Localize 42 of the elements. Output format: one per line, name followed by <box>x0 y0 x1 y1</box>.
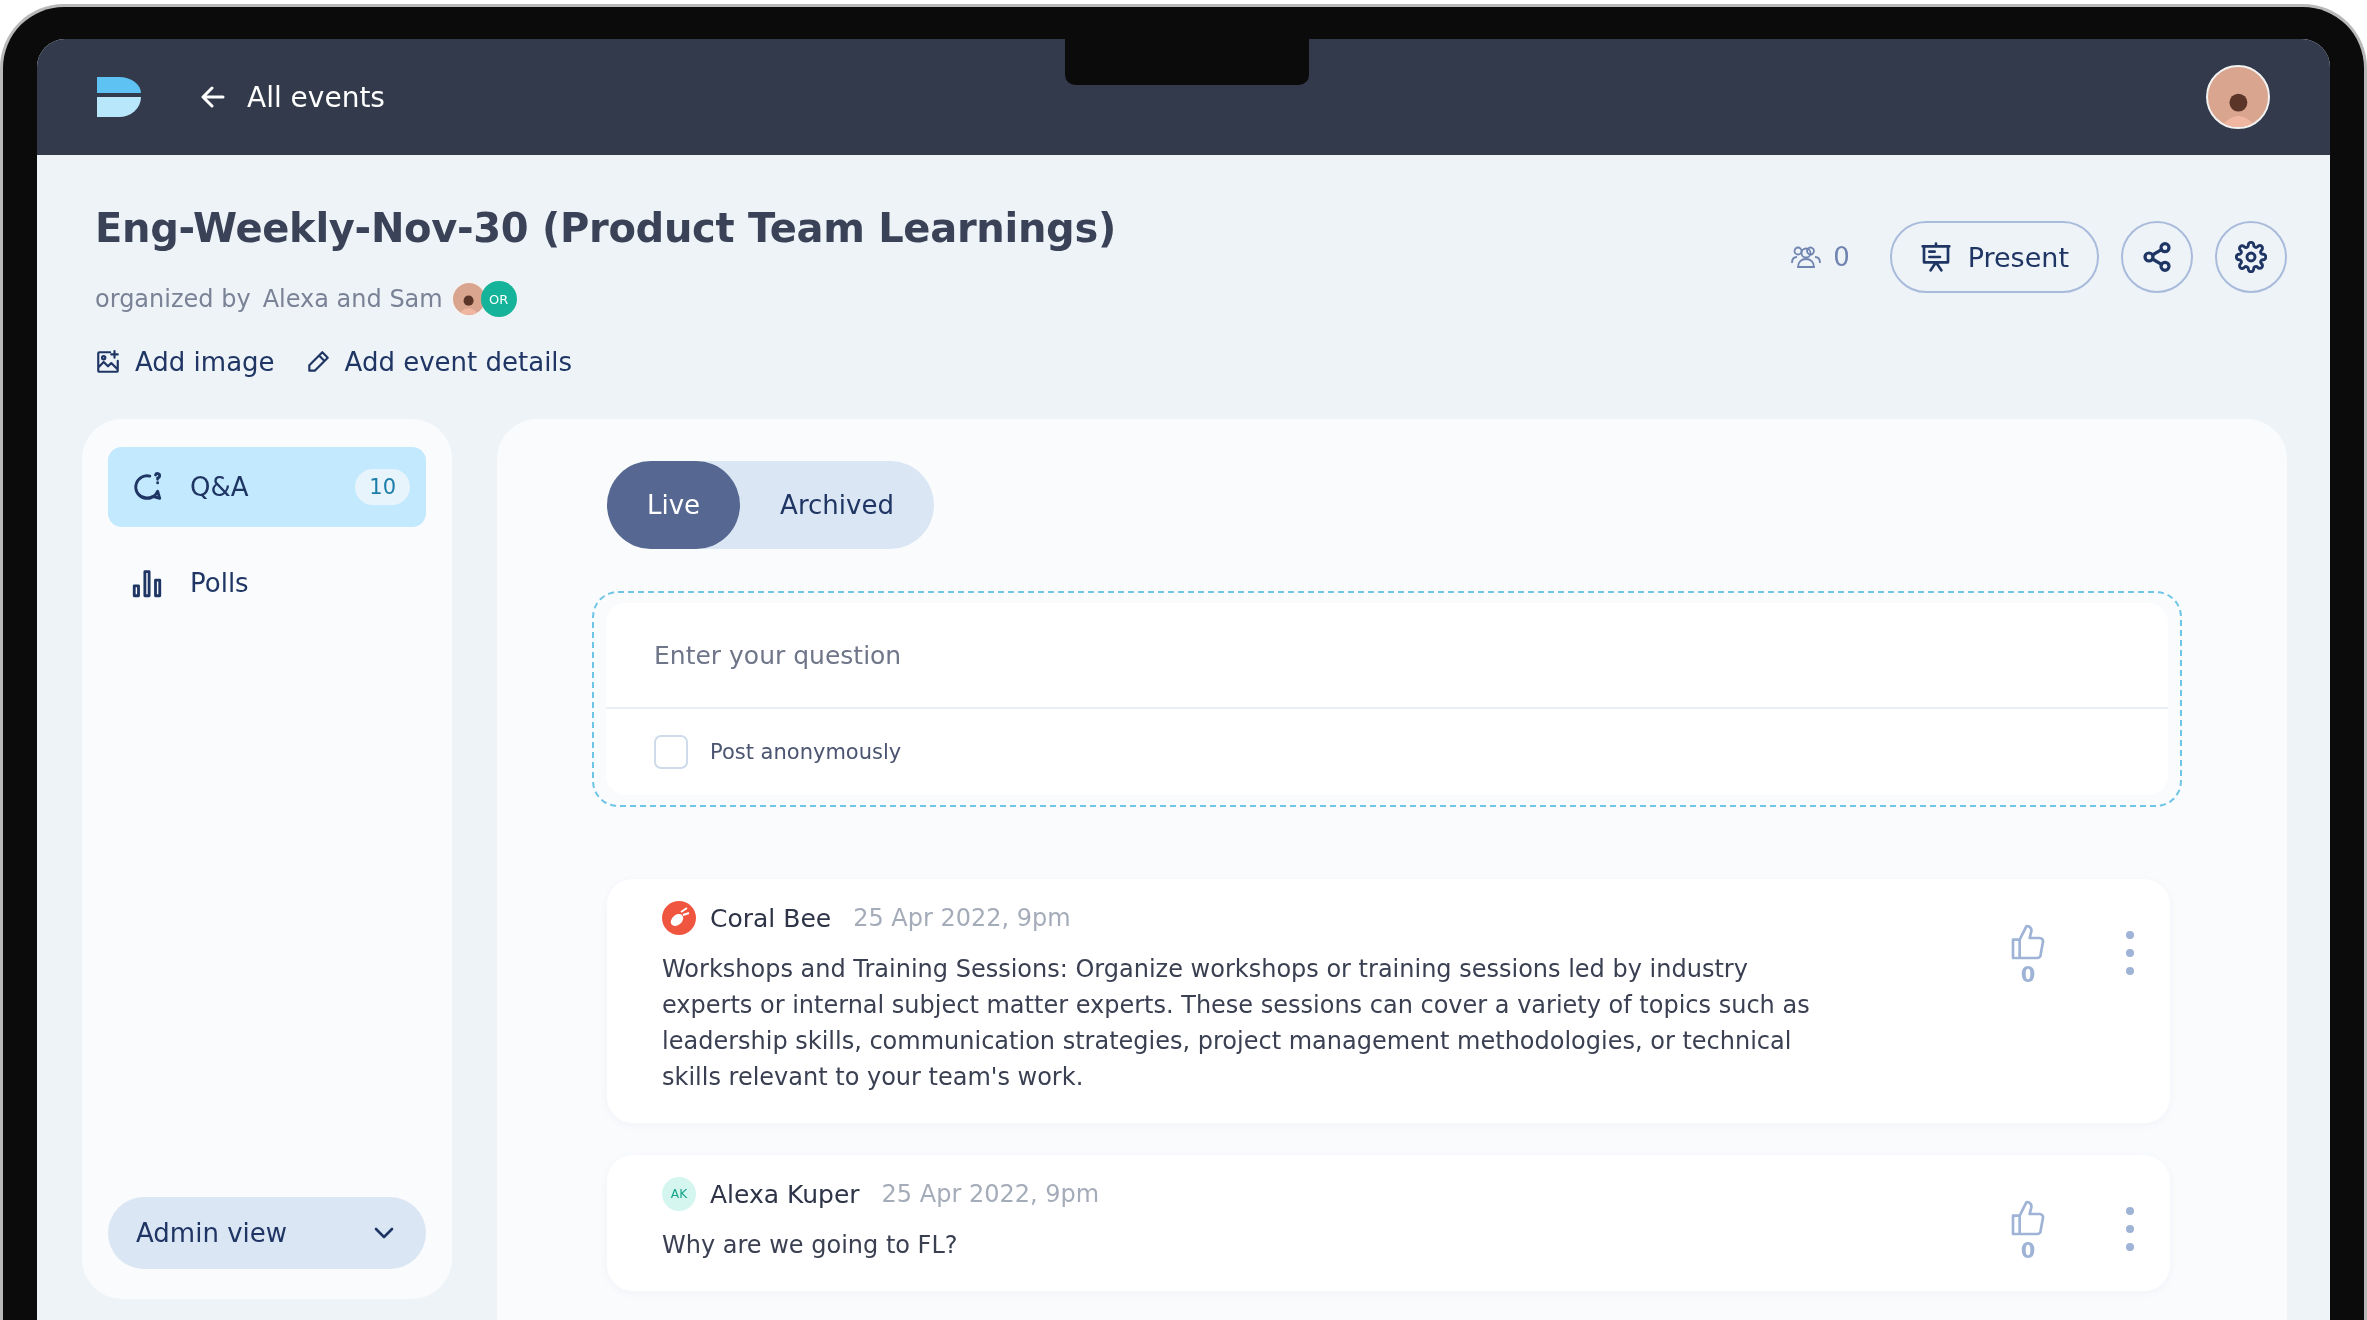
back-link[interactable]: All events <box>201 80 385 114</box>
sidebar-item-label: Polls <box>190 568 249 598</box>
vote-count: 0 <box>2020 1239 2036 1263</box>
share-button[interactable] <box>2121 221 2193 293</box>
back-arrow-icon <box>201 86 225 108</box>
tab[interactable]: Live <box>607 461 741 549</box>
settings-icon <box>2235 241 2267 273</box>
participants-icon <box>1791 245 1822 269</box>
vote-count: 0 <box>2020 963 2036 987</box>
sidebar-item[interactable]: Q&A 10 <box>108 447 426 527</box>
anonymous-checkbox[interactable] <box>654 735 688 769</box>
post-time: 25 Apr 2022, 9pm <box>853 904 1071 932</box>
organizer-initials-avatar: OR <box>480 281 517 317</box>
more-icon <box>2126 931 2134 975</box>
logo-icon <box>97 77 141 117</box>
tab[interactable]: Archived <box>740 461 934 549</box>
sidebar-item[interactable]: Polls <box>108 543 426 623</box>
bee-emblem-icon <box>662 901 696 935</box>
more-icon <box>2126 1207 2134 1251</box>
question-text: Why are we going to FL? <box>662 1230 959 1261</box>
initials-avatar: AK <box>662 1177 696 1211</box>
sidebar-item-label: Q&A <box>190 472 249 502</box>
question-input[interactable]: Enter your question <box>606 603 2168 709</box>
present-button[interactable]: Present <box>1889 221 2099 293</box>
event-action-link[interactable]: Add event details <box>304 347 573 377</box>
share-icon <box>2141 241 2173 273</box>
count-badge: 10 <box>355 469 410 505</box>
author-name: Alexa Kuper <box>710 1179 860 1209</box>
author-name: Coral Bee <box>710 903 832 933</box>
anonymous-label: Post anonymously <box>710 740 902 764</box>
view-selector[interactable]: Admin view <box>108 1197 426 1269</box>
participants-count: 0 <box>1833 242 1850 272</box>
organizer-names: Alexa and Sam <box>262 285 443 313</box>
presentation-icon <box>1919 241 1952 273</box>
chevron-down-icon <box>374 1227 394 1239</box>
image-add-icon <box>95 349 121 375</box>
event-title: Eng-Weekly-Nov-30 (Product Team Learnings) <box>95 205 1116 251</box>
question-text: Workshops and Training Sessions: Organize workshops or training sessions led by industry experts or internal subject matter experts. These sessions can cover a variety of topics such as leadership skills, communication strategies, project management methodologies, or technical skills relevant to your team's work. <box>662 954 1811 1093</box>
event-action-link[interactable]: Add image <box>95 347 275 377</box>
organized-by-label: organized by <box>95 285 251 313</box>
settings-button[interactable] <box>2215 221 2287 293</box>
post-time: 25 Apr 2022, 9pm <box>881 1180 1100 1208</box>
